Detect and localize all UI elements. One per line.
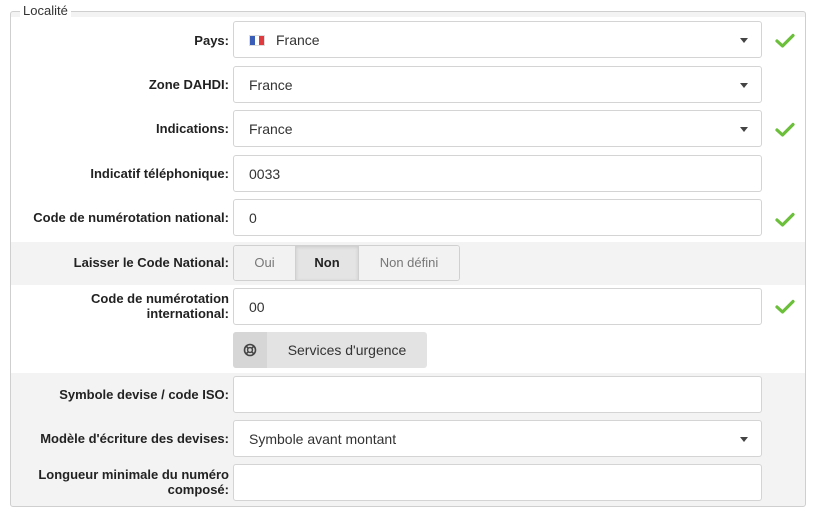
chevron-down-icon (740, 127, 748, 132)
toggle-non-defini[interactable]: Non défini (359, 246, 459, 280)
check-icon (775, 212, 795, 227)
fieldset-legend: Localité (20, 4, 71, 18)
code-international-label: Code de numérotation international: (91, 291, 229, 321)
longueur-min-label: Longueur minimale du numéro composé: (38, 467, 229, 497)
code-international-value: 00 (249, 299, 265, 315)
code-international-input[interactable]: 00 (233, 288, 762, 325)
indications-value: France (249, 121, 293, 137)
symbole-devise-input[interactable] (233, 376, 762, 413)
emergency-services-label: Services d'urgence (287, 342, 407, 358)
chevron-down-icon (740, 38, 748, 43)
chevron-down-icon (740, 437, 748, 442)
pays-value: France (276, 32, 320, 48)
lifebuoy-icon (233, 332, 267, 368)
pays-select[interactable]: France (233, 21, 762, 58)
code-national-input[interactable]: 0 (233, 199, 762, 236)
symbole-devise-label: Symbole devise / code ISO: (59, 387, 229, 402)
check-icon (775, 122, 795, 137)
modele-devise-select[interactable]: Symbole avant montant (233, 420, 762, 457)
indications-label: Indications: (156, 121, 229, 136)
pays-label: Pays: (194, 33, 229, 48)
indicatif-value: 0033 (249, 166, 281, 182)
indicatif-label: Indicatif téléphonique: (90, 166, 229, 181)
emergency-services-button[interactable]: Services d'urgence (233, 332, 427, 368)
modele-devise-label: Modèle d'écriture des devises: (40, 431, 229, 446)
laisser-code-toggle-group: Oui Non Non défini (233, 245, 460, 281)
laisser-code-label: Laisser le Code National: (73, 255, 229, 270)
zone-dahdi-label: Zone DAHDI: (148, 77, 229, 92)
code-national-value: 0 (249, 210, 257, 226)
indicatif-input[interactable]: 0033 (233, 155, 762, 192)
zone-dahdi-value: France (249, 77, 293, 93)
chevron-down-icon (740, 83, 748, 88)
longueur-min-input[interactable] (233, 464, 762, 501)
indications-select[interactable]: France (233, 110, 762, 147)
code-national-label: Code de numérotation national: (33, 210, 229, 225)
toggle-non[interactable]: Non (296, 246, 359, 280)
france-flag-icon (249, 35, 265, 46)
check-icon (775, 299, 795, 314)
zone-dahdi-select[interactable]: France (233, 66, 762, 103)
check-icon (775, 33, 795, 48)
toggle-oui[interactable]: Oui (234, 246, 296, 280)
modele-devise-value: Symbole avant montant (249, 431, 397, 447)
